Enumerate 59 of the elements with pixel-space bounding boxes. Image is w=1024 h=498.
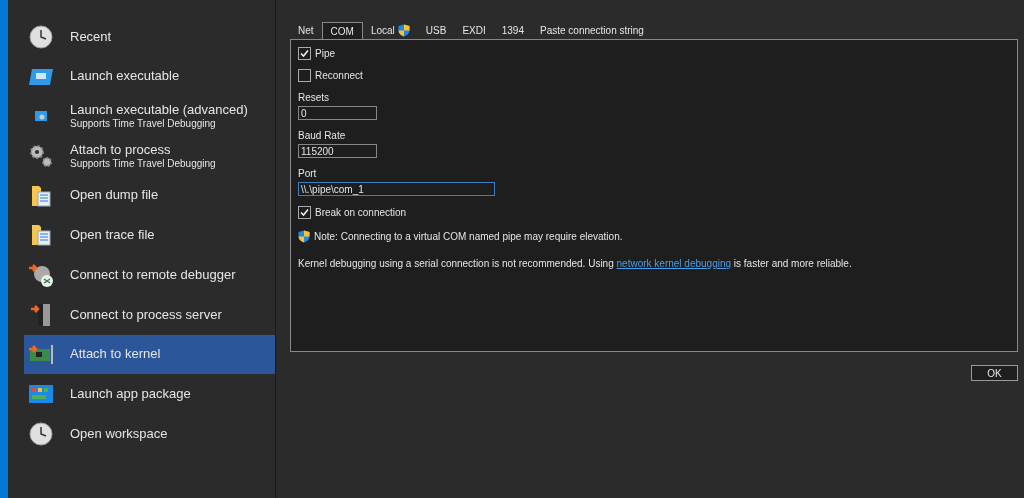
- circuit-board-icon: [28, 343, 54, 366]
- field-label: Resets: [298, 91, 331, 103]
- input-field[interactable]: 0: [298, 106, 377, 120]
- sidebar-item[interactable]: Launch executable (advanced) Supports Time Travel Debugging: [24, 96, 275, 137]
- tab[interactable]: Local: [362, 22, 418, 39]
- warning-text: Kernel debugging using a serial connection is not recommended. Using network kernel debugging is faster and more reliable.: [298, 257, 853, 271]
- field-label: Port: [298, 167, 318, 179]
- tab[interactable]: COM: [321, 22, 363, 39]
- sidebar-item[interactable]: Launch executable: [24, 56, 275, 97]
- item-label: Launch executable (advanced): [70, 101, 248, 119]
- checkbox[interactable]: [298, 205, 311, 219]
- sidebar-item[interactable]: Launch app package: [24, 374, 275, 414]
- sidebar-item[interactable]: Connect to process server: [24, 294, 275, 335]
- item-label: Recent: [70, 28, 112, 45]
- sidebar-item[interactable]: Open dump file: [24, 175, 275, 216]
- tab[interactable]: Paste connection string: [531, 22, 652, 39]
- window-gear-icon: [34, 110, 48, 123]
- sidebar-item[interactable]: Recent: [24, 17, 275, 57]
- folder-document-icon: [31, 223, 51, 248]
- item-label: Attach to process: [70, 141, 172, 158]
- input-field[interactable]: \\.\pipe\com_1: [298, 182, 495, 196]
- tab[interactable]: Net: [290, 22, 322, 39]
- item-label: Open workspace: [70, 425, 168, 442]
- sidebar-item[interactable]: Open workspace: [24, 413, 275, 454]
- sidebar-item[interactable]: Connect to remote debugger: [24, 255, 275, 295]
- network-debugging-link[interactable]: network kernel debugging: [616, 258, 732, 269]
- field-label: Baud Rate: [298, 129, 347, 141]
- item-label: Connect to remote debugger: [70, 266, 236, 284]
- checkbox[interactable]: [298, 68, 311, 82]
- window-icon: [28, 67, 54, 86]
- checkbox-label: Reconnect: [315, 68, 363, 83]
- sidebar-item[interactable]: Attach to kernel: [24, 334, 275, 375]
- checkbox-label: Break on connection: [315, 205, 407, 220]
- item-label: Launch executable: [70, 68, 180, 85]
- item-label: Connect to process server: [70, 306, 222, 323]
- checkbox[interactable]: [298, 46, 311, 60]
- input-field[interactable]: 115200: [298, 144, 377, 158]
- item-subtitle: Supports Time Travel Debugging: [70, 118, 217, 131]
- tab[interactable]: USB: [417, 22, 455, 39]
- tab[interactable]: EXDI: [454, 22, 494, 39]
- folder-document-icon: [31, 183, 51, 208]
- note-text: Note: Connecting to a virtual COM named pipe may require elevation.: [314, 230, 623, 244]
- server-icon: [30, 301, 52, 328]
- checkbox-label: Pipe: [315, 46, 335, 61]
- sidebar-item[interactable]: Open trace file: [24, 215, 275, 256]
- remote-debugger-icon: [28, 261, 54, 288]
- item-label: Open dump file: [70, 187, 159, 204]
- ok-button[interactable]: OK: [971, 365, 1018, 381]
- tab[interactable]: 1394: [493, 22, 532, 39]
- item-label: Open trace file: [70, 227, 155, 244]
- gears-icon: [29, 143, 53, 168]
- sidebar-item[interactable]: Attach to process Supports Time Travel Debugging: [24, 136, 275, 176]
- app-package-icon: [28, 384, 54, 405]
- item-label: Launch app package: [70, 385, 191, 403]
- item-subtitle: Supports Time Travel Debugging: [70, 157, 216, 171]
- shield-icon: [298, 230, 310, 243]
- item-label: Attach to kernel: [70, 346, 161, 363]
- clock-icon: [29, 24, 53, 49]
- clock-icon: [29, 421, 53, 446]
